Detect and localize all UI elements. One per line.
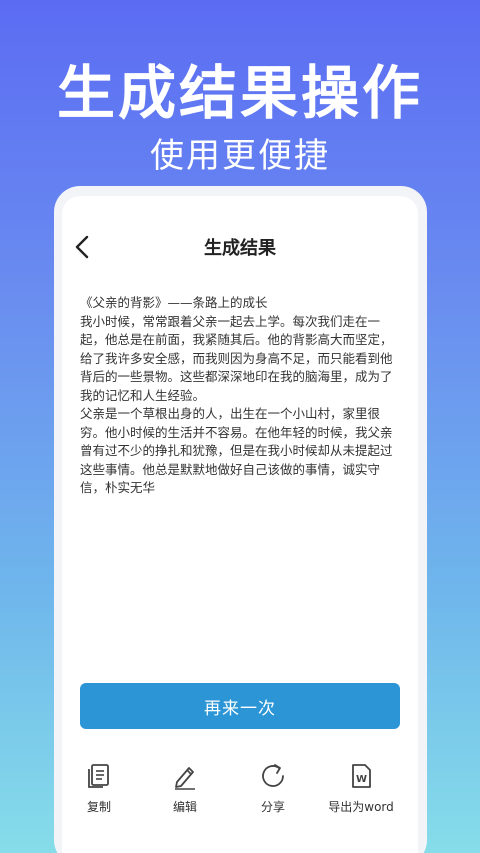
retry-button[interactable]: 再来一次 xyxy=(80,683,400,729)
result-screen: 生成结果 《父亲的背影》——条路上的成长 我小时候，常常跟着父亲一起去上学。每次… xyxy=(62,196,418,853)
export-word-button[interactable]: W 导出为word xyxy=(316,762,406,822)
share-icon xyxy=(262,764,284,787)
hero-title: 生成结果操作 xyxy=(56,59,423,127)
edit-button[interactable]: 编辑 xyxy=(140,762,230,822)
share-label: 分享 xyxy=(260,800,285,814)
edit-label: 编辑 xyxy=(172,800,197,814)
hero-subtitle: 使用更便捷 xyxy=(150,136,330,176)
word-export-icon: W xyxy=(352,764,371,788)
copy-button[interactable]: 复制 xyxy=(54,762,144,822)
nav-bar: 生成结果 xyxy=(62,226,418,266)
result-text: 《父亲的背影》——条路上的成长 我小时候，常常跟着父亲一起去上学。每次我们走在一… xyxy=(80,295,393,495)
svg-text:W: W xyxy=(356,774,367,785)
page-title: 生成结果 xyxy=(204,238,276,259)
copy-label: 复制 xyxy=(86,800,111,814)
copy-icon xyxy=(88,764,109,788)
edit-icon xyxy=(175,767,195,790)
share-button[interactable]: 分享 xyxy=(228,762,318,822)
export-word-label: 导出为word xyxy=(328,800,394,814)
action-bar: 复制 编辑 分享 W 导出为word xyxy=(62,762,418,822)
